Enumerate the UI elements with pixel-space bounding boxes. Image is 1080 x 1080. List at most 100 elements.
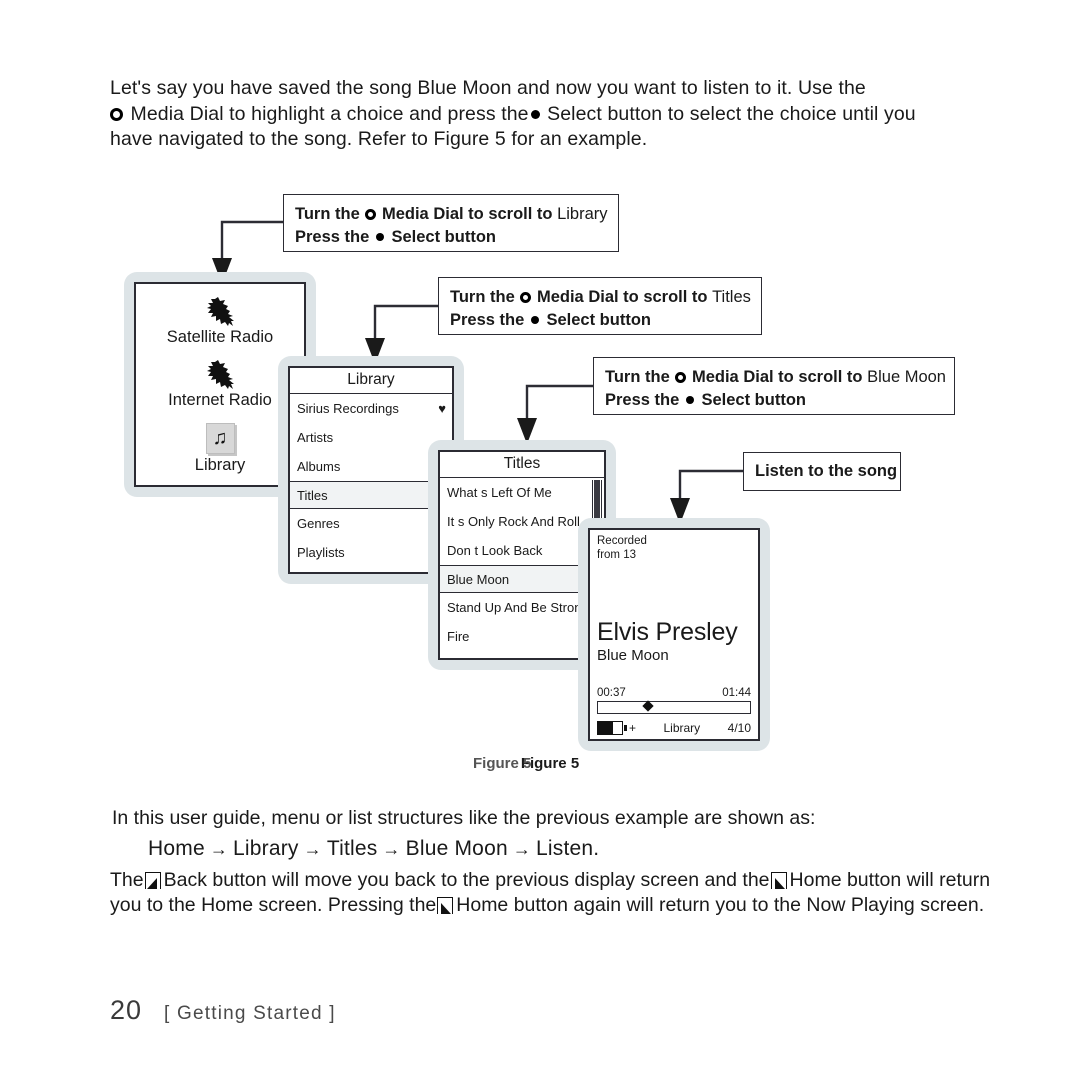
- path-step-blue-moon: Blue Moon: [405, 837, 508, 860]
- connector-to-now-playing: [678, 469, 743, 498]
- callout-library-pre: Turn the: [295, 205, 360, 223]
- figure-5-diagram: Turn the Media Dial to scroll to Library…: [0, 0, 1080, 1080]
- home-item-label: Internet Radio: [168, 390, 272, 409]
- titles-screen-title: Titles: [440, 452, 604, 478]
- list-item-label: Playlists: [297, 545, 345, 560]
- select-button-icon: [375, 233, 384, 241]
- navigation-path: Home → Library → Titles → Blue Moon → Listen.: [148, 835, 599, 863]
- sirius-dog-icon: [207, 359, 234, 389]
- time-readout: 00:37 01:44: [597, 687, 751, 699]
- callout-bluemoon-pre: Turn the: [605, 368, 670, 386]
- callout-titles-target: Titles: [712, 288, 751, 306]
- song-title: Blue Moon: [597, 647, 669, 664]
- music-note-icon: ♫: [205, 422, 235, 454]
- path-step-listen: Listen.: [536, 837, 600, 860]
- callout-scroll-to-library: Turn the Media Dial to scroll to Library…: [283, 194, 619, 252]
- home-item-internet-radio[interactable]: Internet Radio: [168, 359, 272, 410]
- callout-bluemoon-select: Select button: [701, 391, 806, 409]
- page-footer: 20 [ Getting Started ]: [110, 995, 336, 1026]
- outro2-home-text: Home button: [789, 869, 902, 891]
- path-step-library: Library: [233, 837, 299, 860]
- list-item[interactable]: Sirius Recordings ♥: [290, 394, 452, 423]
- heart-icon: ♥: [438, 401, 446, 416]
- list-item-label: Blue Moon: [447, 571, 510, 587]
- callout-titles-pre: Turn the: [450, 288, 515, 306]
- device-now-playing-screen: Recorded from 13 Elvis Presley Blue Moon…: [578, 518, 770, 751]
- list-item[interactable]: Artists: [290, 423, 452, 452]
- artist-name: Elvis Presley: [597, 618, 738, 646]
- progress-marker-icon[interactable]: [641, 700, 654, 712]
- select-button-icon: [685, 396, 694, 404]
- home-item-satellite-radio[interactable]: Satellite Radio: [166, 296, 274, 347]
- outro2-back-text: Back button will move you back to the pr…: [163, 869, 770, 891]
- callout-bluemoon-press: Press the: [605, 391, 680, 409]
- path-arrow-icon: →: [512, 839, 532, 859]
- page-number: 20: [110, 995, 143, 1025]
- track-position: 4/10: [727, 721, 751, 735]
- outro2-now-playing-text: Now Playing screen.: [806, 894, 985, 916]
- path-arrow-icon: →: [303, 839, 322, 859]
- sirius-dog-icon: [207, 296, 234, 326]
- battery-tip: [624, 725, 627, 731]
- back-button-icon: [144, 872, 161, 889]
- figure-caption: Figure 5 Figure 5: [470, 755, 630, 772]
- now-playing-footer: + Library 4/10: [597, 721, 751, 735]
- list-item-label: Sirius Recordings: [297, 401, 399, 416]
- list-item-label: What s Left Of Me: [447, 485, 552, 500]
- callout-library-select: Select button: [391, 228, 496, 246]
- list-item-label: Fire: [447, 629, 470, 644]
- path-arrow-icon: →: [382, 839, 401, 859]
- callout-titles-mid: Media Dial to scroll to: [536, 288, 708, 306]
- now-playing-body: Recorded from 13 Elvis Presley Blue Moon…: [590, 530, 758, 739]
- list-item-label: Albums: [297, 459, 341, 474]
- list-item-label: Genres: [297, 516, 340, 531]
- list-item-label: Titles: [297, 487, 328, 503]
- figure-caption-text-ghost: Figure 5: [473, 755, 532, 772]
- path-step-home: Home: [148, 837, 205, 860]
- battery-charging-plus: +: [629, 721, 637, 735]
- now-playing-screen: Recorded from 13 Elvis Presley Blue Moon…: [588, 528, 760, 741]
- outro2-home-again-text: Home button again will return you to the: [456, 894, 801, 916]
- callout-bluemoon-mid: Media Dial to scroll to: [691, 368, 863, 386]
- connector-to-titles: [525, 384, 593, 418]
- recorded-line1: Recorded: [597, 535, 647, 547]
- outro2-the: The: [110, 869, 144, 891]
- total-time: 01:44: [722, 687, 751, 699]
- elapsed-time: 00:37: [597, 687, 626, 699]
- callout-bluemoon-target: Blue Moon: [867, 368, 946, 386]
- library-screen-title: Library: [290, 368, 452, 394]
- home-item-label: Satellite Radio: [166, 327, 274, 346]
- select-button-icon: [530, 316, 539, 324]
- home-button-icon: [437, 897, 454, 914]
- battery-icon: +: [597, 721, 636, 735]
- recorded-source: Recorded from 13: [597, 535, 751, 562]
- callout-library-press: Press the: [295, 228, 370, 246]
- callout-library-target: Library: [557, 205, 608, 223]
- callout-scroll-to-blue-moon: Turn the Media Dial to scroll to Blue Mo…: [593, 357, 955, 415]
- home-item-label: Library: [194, 455, 246, 474]
- outro-paragraph-2: The Back button will move you back to the…: [110, 868, 995, 918]
- callout-titles-select: Select button: [546, 311, 651, 329]
- recorded-line2: from 13: [597, 548, 636, 561]
- media-dial-icon: [365, 209, 377, 220]
- battery-shell: [597, 721, 623, 735]
- media-dial-icon: [520, 292, 532, 303]
- progress-bar[interactable]: [597, 700, 751, 714]
- media-dial-icon: [675, 372, 687, 383]
- callout-library-mid: Media Dial to scroll to: [381, 205, 553, 223]
- list-item-label: It s Only Rock And Roll: [447, 514, 580, 529]
- section-name: [ Getting Started ]: [164, 1003, 336, 1024]
- path-step-titles: Titles: [326, 837, 378, 860]
- connector-to-library: [373, 304, 438, 338]
- callout-listen-label: Listen to the song: [755, 461, 898, 480]
- playback-source: Library: [663, 721, 701, 735]
- list-item[interactable]: What s Left Of Me: [440, 478, 604, 507]
- list-item-label: Artists: [297, 430, 334, 445]
- callout-scroll-to-titles: Turn the Media Dial to scroll to Titles …: [438, 277, 762, 335]
- home-item-library[interactable]: ♫ Library: [194, 422, 246, 475]
- callout-titles-press: Press the: [450, 311, 525, 329]
- callout-listen-to-song: Listen to the song: [743, 452, 901, 491]
- outro-paragraph-1: In this user guide, menu or list structu…: [112, 807, 816, 829]
- list-item-label: Don t Look Back: [447, 543, 543, 558]
